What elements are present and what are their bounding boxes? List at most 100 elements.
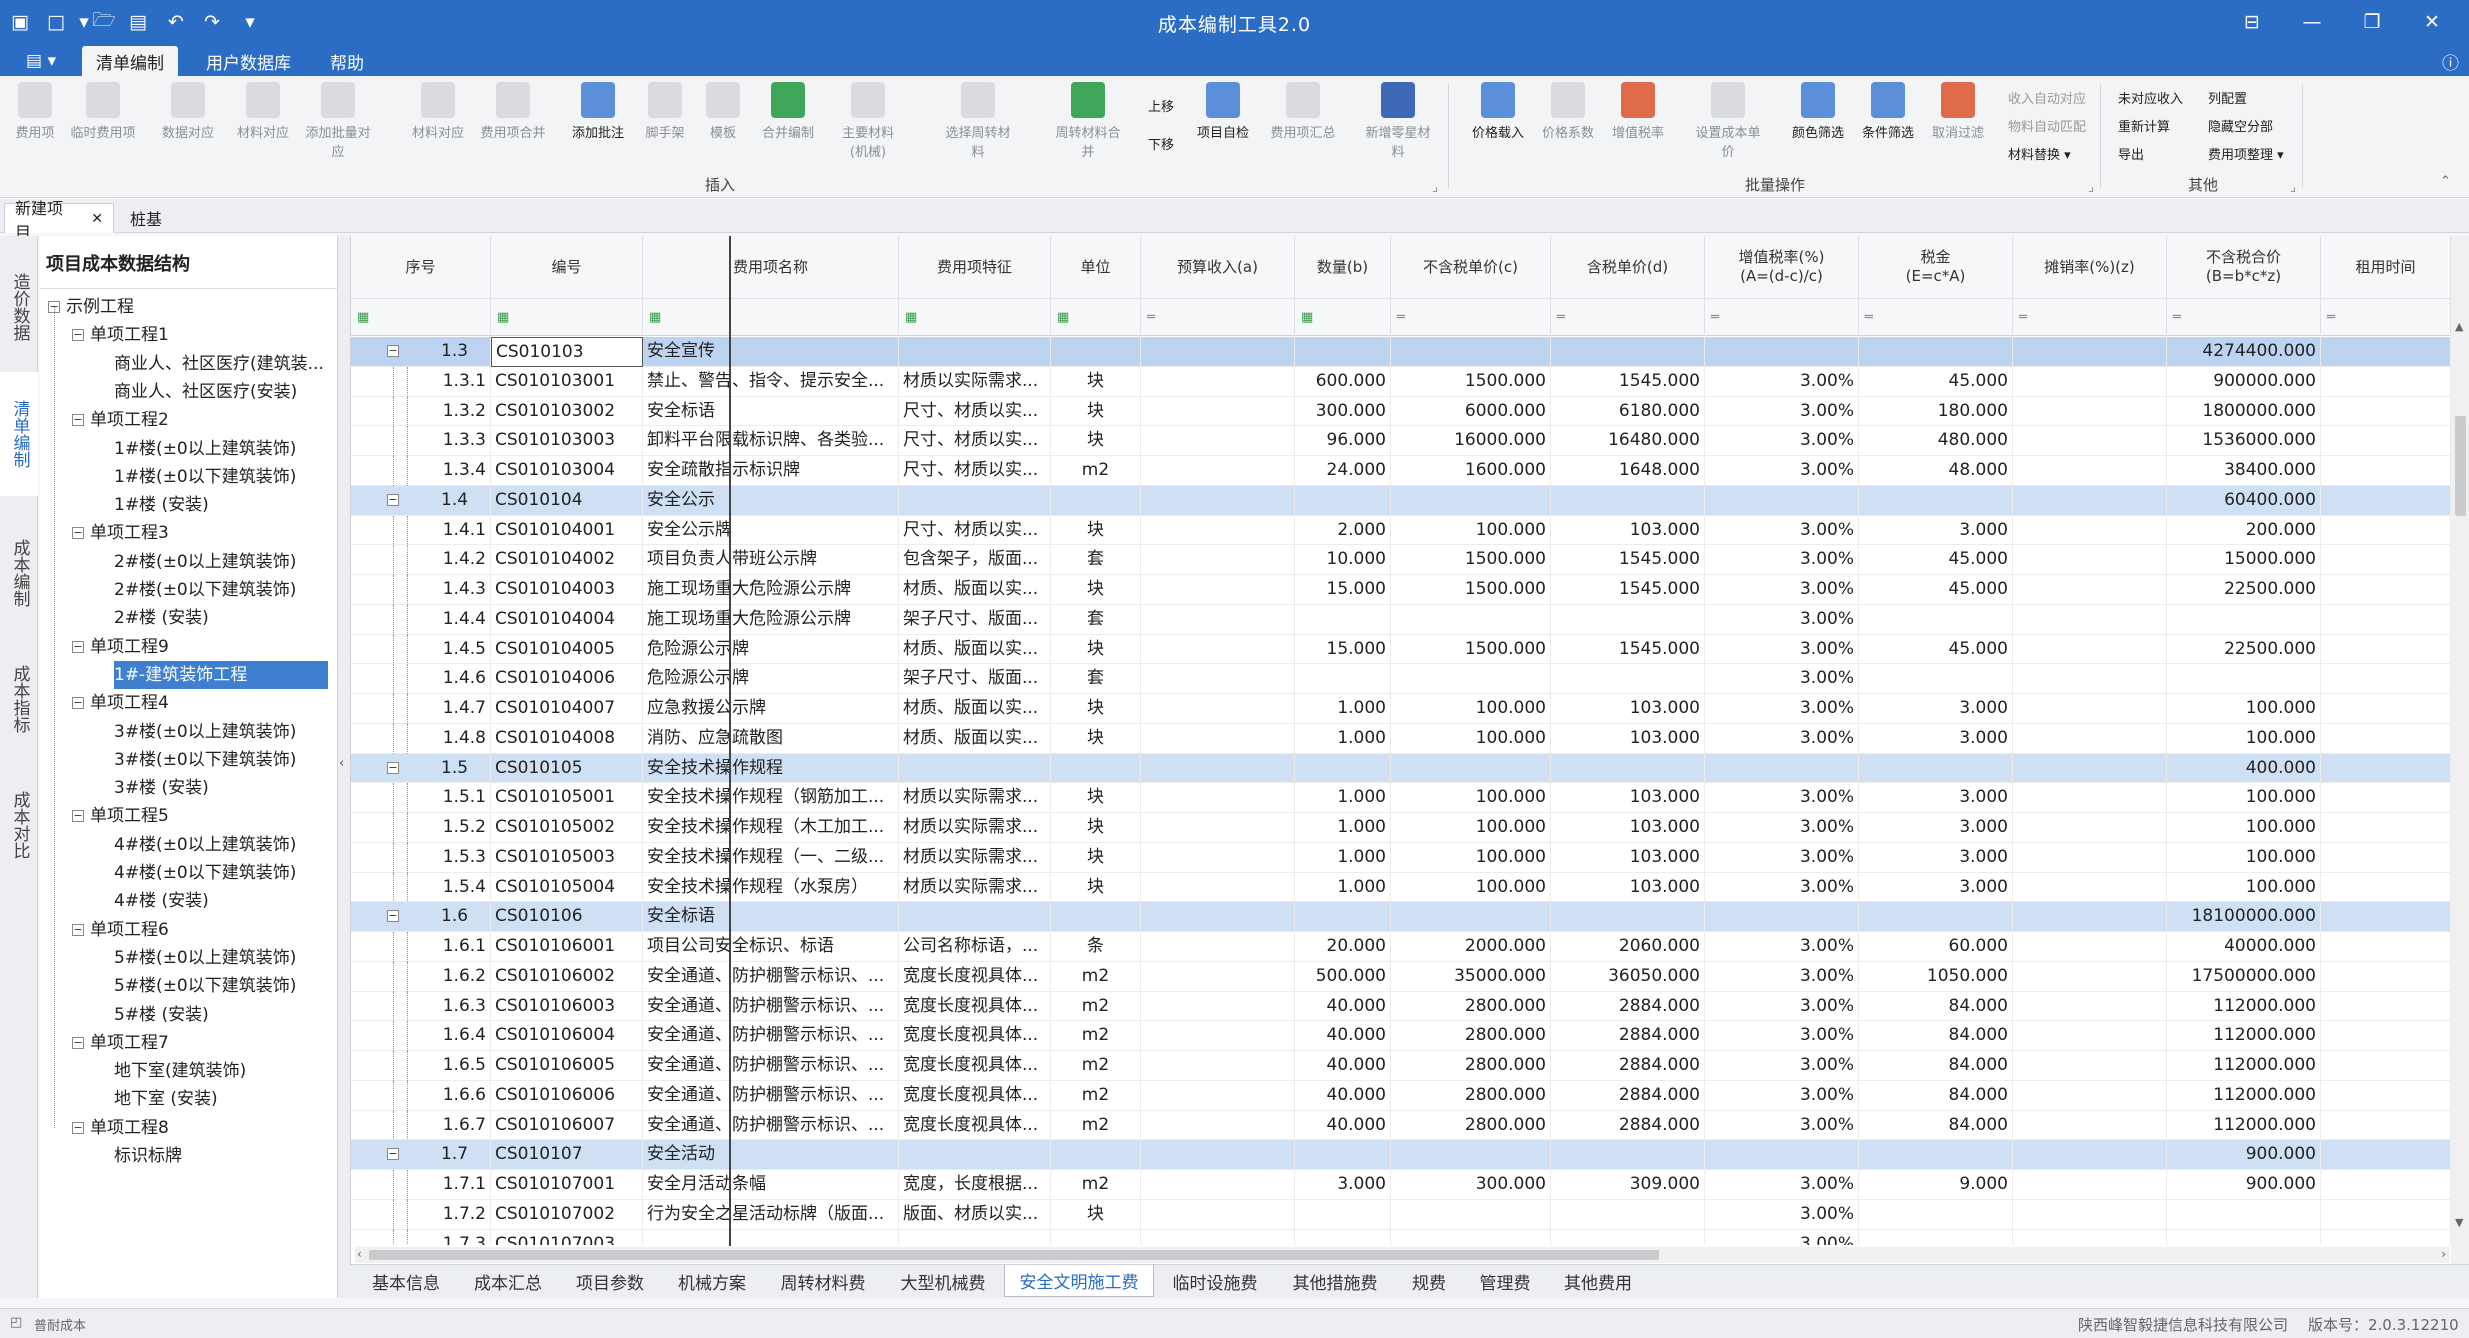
table-row[interactable]: 1.3.2 CS010103002 安全标语 尺寸、材质以实... 块 300.000 60… <box>351 396 2451 427</box>
vertical-scroll-thumb[interactable] <box>2455 416 2466 516</box>
filter-equals-icon[interactable]: ═ <box>1141 298 1295 336</box>
filter-icon[interactable]: ▦ <box>1051 298 1141 336</box>
ribbon-display-icon[interactable]: ⊟ <box>2230 4 2274 40</box>
filter-equals-icon[interactable]: ═ <box>1859 298 2013 336</box>
ribbon-button[interactable]: 费用项合并 <box>480 82 546 141</box>
ribbon-button[interactable]: 脚手架 <box>632 82 698 141</box>
ribbon-small-button[interactable]: 隐藏空分部 <box>2208 116 2273 135</box>
menu-tab-user-db[interactable]: 用户数据库 <box>192 46 305 76</box>
tree-node[interactable]: 3#楼(±0以上建筑装饰) <box>114 718 296 746</box>
vertical-scrollbar[interactable]: ▲ ▼ <box>2451 236 2469 1264</box>
sheet-tab[interactable]: 机械方案 <box>662 1265 762 1297</box>
horizontal-scroll-thumb[interactable] <box>369 1250 1659 1260</box>
ribbon-button[interactable]: 价格系数 <box>1535 82 1601 141</box>
vnav-list-edit[interactable]: 清单编制 <box>0 372 38 496</box>
row-collapse-icon[interactable]: − <box>387 345 399 357</box>
sheet-tab[interactable]: 成本汇总 <box>458 1265 558 1297</box>
table-row[interactable]: 1.6.4 CS010106004 安全通道、防护棚警示标识、... 宽度长度视具体.… <box>351 1021 2451 1052</box>
tree-node[interactable]: 单项工程5 <box>90 802 169 830</box>
table-row[interactable]: 1.5.3 CS010105003 安全技术操作规程（一、二级... 材质以实际需求.… <box>351 842 2451 873</box>
ribbon-button[interactable]: 取消过滤 <box>1925 82 1991 141</box>
vnav-cost-edit[interactable]: 成本编制 <box>0 514 38 632</box>
minimize-icon[interactable]: — <box>2290 4 2334 40</box>
column-header[interactable]: 租用时间 <box>2321 236 2451 298</box>
table-row[interactable]: 1.4.8 CS010104008 消防、应急疏散图 材质、版面以实... 块 1.000… <box>351 723 2451 754</box>
group-expand-icon[interactable]: ⌟ <box>1432 180 1438 195</box>
column-header[interactable]: 税金 (E=c*A) <box>1859 236 2013 298</box>
ribbon-small-button[interactable]: 物料自动匹配 <box>2008 116 2086 135</box>
ribbon-button[interactable]: 周转材料合并 <box>1055 82 1121 160</box>
filter-icon[interactable]: ▦ <box>643 298 899 336</box>
ribbon-button[interactable]: 材料对应 <box>405 82 471 141</box>
ribbon-small-button[interactable]: 导出 <box>2118 144 2144 163</box>
tree-node[interactable]: 单项工程3 <box>90 519 169 547</box>
tree-node[interactable]: 单项工程2 <box>90 406 169 434</box>
sheet-tab[interactable]: 管理费 <box>1464 1265 1546 1297</box>
tree-node[interactable]: 1#楼(±0以下建筑装饰) <box>114 463 296 491</box>
tree-node[interactable]: 1#楼 (安装) <box>114 491 209 519</box>
tree-node[interactable]: 5#楼 (安装) <box>114 1001 209 1029</box>
ribbon-button[interactable]: 临时费用项 <box>70 82 136 141</box>
table-row[interactable]: 1.7.1 CS010107001 安全月活动条幅 宽度，长度根据... m2 3.000… <box>351 1170 2451 1200</box>
sheet-tab[interactable]: 规费 <box>1396 1265 1462 1297</box>
filter-icon[interactable]: ▦ <box>899 298 1051 336</box>
filter-icon[interactable]: ▦ <box>1295 298 1391 336</box>
tree-expand-icon[interactable]: − <box>72 329 84 342</box>
table-row[interactable]: 1.4.3 CS010104003 施工现场重大危险源公示牌 材质、版面以实... 块 1… <box>351 575 2451 605</box>
tree-node[interactable]: 4#楼 (安装) <box>114 887 209 915</box>
ribbon-small-button[interactable]: 未对应收入 <box>2118 88 2183 107</box>
column-header[interactable]: 单位 <box>1051 236 1141 298</box>
tree-node[interactable]: 地下室(建筑装饰) <box>114 1057 246 1085</box>
sheet-tab[interactable]: 项目参数 <box>560 1265 660 1297</box>
column-header[interactable]: 不含税单价(c) <box>1391 236 1551 298</box>
sheet-tab[interactable]: 其他措施费 <box>1276 1265 1394 1297</box>
table-row[interactable]: 1.6.3 CS010106003 安全通道、防护棚警示标识、... 宽度长度视具体.… <box>351 991 2451 1022</box>
table-row[interactable]: 1.6.6 CS010106006 安全通道、防护棚警示标识、... 宽度长度视具体.… <box>351 1080 2451 1111</box>
tree-node[interactable]: 3#楼 (安装) <box>114 774 209 802</box>
filter-equals-icon[interactable]: ═ <box>2321 298 2451 336</box>
ribbon-button[interactable]: 数据对应 <box>155 82 221 141</box>
group-row[interactable]: − 1.5 CS010105 安全技术操作规程 400.000 <box>351 753 2451 784</box>
table-row[interactable]: 1.4.2 CS010104002 项目负责人带班公示牌 包含架子，版面... 套 10.… <box>351 545 2451 576</box>
ribbon-small-button[interactable]: 列配置 <box>2208 88 2247 107</box>
table-row[interactable]: 1.4.1 CS010104001 安全公示牌 尺寸、材质以实... 块 2.000 100… <box>351 515 2451 546</box>
tree-node[interactable]: 单项工程4 <box>90 689 169 717</box>
close-tab-icon[interactable]: ✕ <box>91 211 103 227</box>
row-collapse-icon[interactable]: − <box>387 493 399 506</box>
ribbon-button[interactable]: 颜色筛选 <box>1785 82 1851 141</box>
tree-node[interactable]: 4#楼(±0以上建筑装饰) <box>114 831 296 859</box>
tree-node[interactable]: 单项工程9 <box>90 633 169 661</box>
ribbon-small-button[interactable]: 下移 <box>1148 134 1174 153</box>
column-header[interactable]: 含税单价(d) <box>1551 236 1705 298</box>
filter-equals-icon[interactable]: ═ <box>1705 298 1859 336</box>
ribbon-small-button[interactable]: 材料替换 ▾ <box>2008 144 2071 163</box>
group-row[interactable]: − 1.4 CS010104 安全公示 60400.000 <box>351 485 2451 516</box>
table-row[interactable]: 1.4.7 CS010104007 应急救援公示牌 材质、版面以实... 块 1.000 1… <box>351 694 2451 724</box>
ribbon-button[interactable]: 设置成本单价 <box>1695 82 1761 160</box>
tree-node[interactable]: 2#楼(±0以下建筑装饰) <box>114 576 296 604</box>
sheet-tab[interactable]: 安全文明施工费 <box>1004 1265 1154 1297</box>
table-row[interactable]: 1.3.1 CS010103001 禁止、警告、指令、提示安全... 材质以实际需求.… <box>351 366 2451 397</box>
table-row[interactable]: 1.3.4 CS010103004 安全疏散指示标识牌 尺寸、材质以实... m2 24.… <box>351 456 2451 486</box>
filter-equals-icon[interactable]: ═ <box>1391 298 1551 336</box>
ribbon-button[interactable]: 费用项 <box>2 82 68 141</box>
table-row[interactable]: 1.4.6 CS010104006 危险源公示牌 架子尺寸、版面... 套 3.00% <box>351 664 2451 695</box>
filter-icon[interactable]: ▦ <box>491 298 643 336</box>
table-row[interactable]: 1.6.7 CS010106007 安全通道、防护棚警示标识、... 宽度长度视具体.… <box>351 1110 2451 1141</box>
ribbon-small-button[interactable]: 上移 <box>1148 96 1174 115</box>
vnav-cost-index[interactable]: 成本指标 <box>0 640 38 758</box>
tree-node[interactable]: 商业人、社区医疗(建筑装... <box>114 350 324 378</box>
tree-node[interactable]: 1#-建筑装饰工程 <box>114 660 328 689</box>
column-header[interactable]: 摊销率(%)(z) <box>2013 236 2167 298</box>
tree-node[interactable]: 示例工程 <box>66 293 134 321</box>
tree-expand-icon[interactable]: − <box>72 1121 84 1134</box>
ribbon-button[interactable]: 合并编制 <box>755 82 821 141</box>
table-row[interactable]: 1.6.1 CS010106001 项目公司安全标识、标语 公司名称标语，... 条 20… <box>351 932 2451 962</box>
group-row[interactable]: − 1.6 CS010106 安全标语 18100000.000 <box>351 902 2451 932</box>
filter-equals-icon[interactable]: ═ <box>1551 298 1705 336</box>
tree-node[interactable]: 地下室 (安装) <box>114 1085 218 1113</box>
vnav-cost-data[interactable]: 造价数据 <box>0 248 38 366</box>
table-row[interactable]: 1.5.2 CS010105002 安全技术操作规程（木工加工... 材质以实际需求.… <box>351 813 2451 843</box>
row-collapse-icon[interactable]: − <box>387 910 399 923</box>
ribbon-button[interactable]: 费用项汇总 <box>1270 82 1336 141</box>
